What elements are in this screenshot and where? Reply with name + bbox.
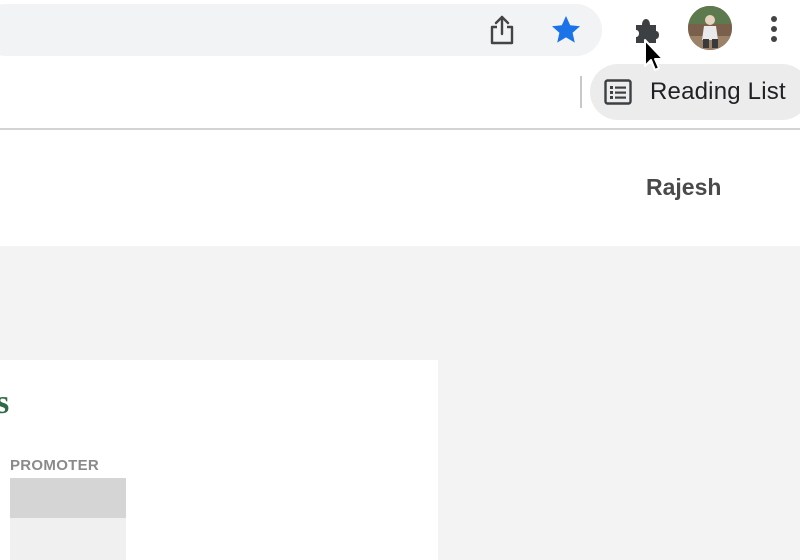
bookmark-star-button[interactable] (548, 12, 584, 48)
reading-list-button[interactable]: Reading List (590, 64, 800, 120)
bookmarks-divider (580, 76, 582, 108)
kebab-menu-icon (771, 16, 777, 42)
avatar[interactable] (688, 6, 732, 50)
share-button[interactable] (486, 12, 518, 48)
browser-menu-button[interactable] (760, 10, 788, 48)
loading-placeholder (10, 478, 126, 518)
browser-toolbar (0, 0, 800, 58)
user-name[interactable]: Rajesh (646, 174, 721, 201)
reading-list-icon (604, 79, 632, 105)
card-heading-fragment: s (0, 384, 10, 421)
column-header-promoter: PROMOTER (10, 457, 100, 474)
loading-placeholder-row (10, 518, 126, 560)
star-icon (552, 16, 580, 43)
reading-list-label: Reading List (650, 78, 786, 105)
share-icon (490, 15, 514, 45)
mouse-cursor-icon (644, 39, 664, 71)
profile-photo (688, 6, 732, 50)
